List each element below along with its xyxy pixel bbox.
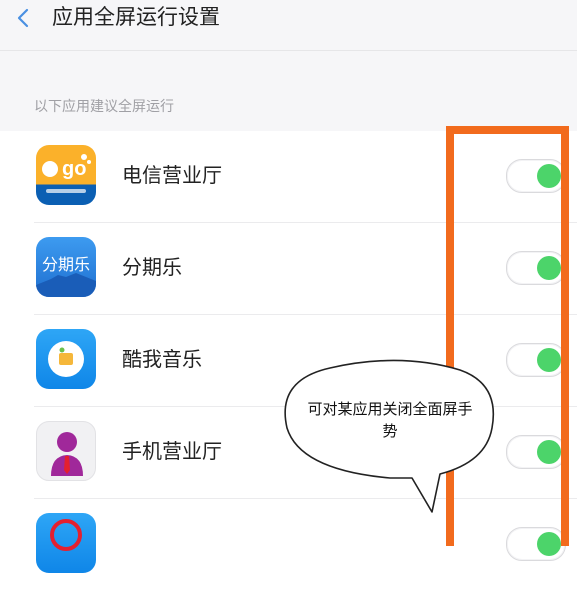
callout-text: 可对某应用关闭全面屏手势 <box>307 400 473 440</box>
speech-bubble <box>284 359 494 513</box>
